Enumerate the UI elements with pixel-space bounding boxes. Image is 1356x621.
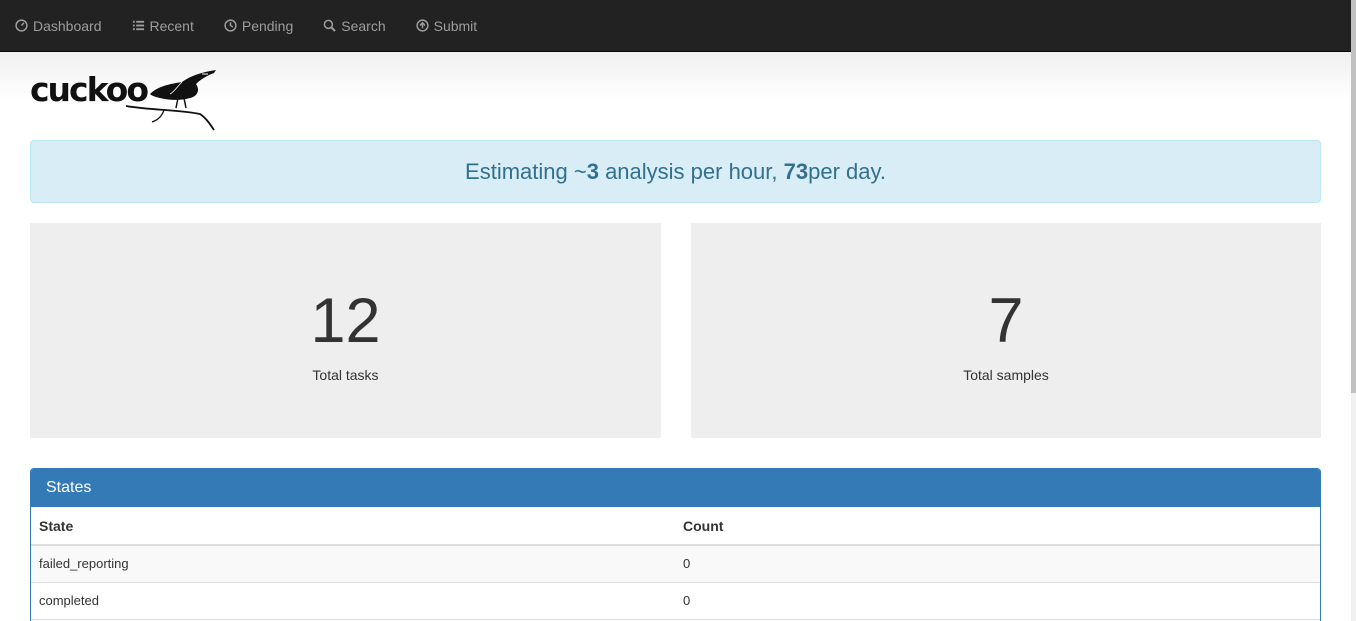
nav-search[interactable]: Search	[323, 17, 386, 34]
state-cell: completed	[31, 582, 675, 620]
page-scrollbar[interactable]	[1351, 0, 1356, 621]
list-icon	[132, 20, 144, 31]
count-cell: 0	[675, 582, 1320, 620]
nav-dashboard-label: Dashboard	[33, 17, 102, 34]
analysis-estimate-alert: Estimating ~3 analysis per hour, 73 per …	[30, 140, 1321, 203]
top-navbar: Dashboard Recent Pending Search Submit	[0, 0, 1351, 52]
nav-pending[interactable]: Pending	[224, 18, 293, 34]
nav-recent[interactable]: Recent	[132, 18, 194, 34]
total-tasks-card: 12 Total tasks	[30, 223, 661, 438]
nav-submit[interactable]: Submit	[415, 17, 478, 34]
table-row: completed 0	[31, 582, 1320, 620]
total-tasks-value: 12	[310, 286, 381, 356]
count-cell: 0	[675, 545, 1320, 583]
total-samples-label: Total samples	[963, 367, 1049, 383]
total-tasks-label: Total tasks	[312, 367, 379, 383]
states-table: State Count failed_reporting 0 completed…	[31, 507, 1320, 620]
estimate-prefix: Estimating ~	[465, 158, 587, 184]
estimate-per-hour: 3	[586, 158, 599, 184]
states-table-header: State Count	[31, 507, 1320, 546]
state-column-header: State	[31, 507, 675, 546]
state-cell: failed_reporting	[31, 545, 675, 583]
nav-recent-label: Recent	[149, 17, 194, 34]
nav-submit-label: Submit	[433, 17, 478, 34]
states-panel-title: States	[31, 469, 1320, 507]
search-icon	[323, 19, 337, 32]
table-row: failed_reporting 0	[31, 545, 1320, 583]
nav-pending-label: Pending	[241, 17, 294, 34]
total-samples-value: 7	[988, 286, 1024, 356]
total-samples-card: 7 Total samples	[691, 223, 1321, 438]
nav-dashboard[interactable]: Dashboard	[15, 18, 102, 34]
upload-icon	[415, 19, 429, 32]
states-panel: States State Count failed_reporting 0 co…	[30, 468, 1321, 621]
estimate-per-day: 73	[783, 158, 809, 184]
bird-icon	[125, 70, 216, 131]
scrollbar-thumb[interactable]	[1351, 0, 1356, 393]
nav-search-label: Search	[341, 17, 386, 34]
estimate-middle: analysis per hour,	[598, 158, 784, 184]
clock-icon	[224, 19, 237, 32]
estimate-suffix: per day.	[808, 158, 886, 184]
cuckoo-logo[interactable]: cuckoo	[30, 68, 220, 132]
count-column-header: Count	[675, 507, 1320, 546]
dashboard-icon	[15, 19, 28, 32]
